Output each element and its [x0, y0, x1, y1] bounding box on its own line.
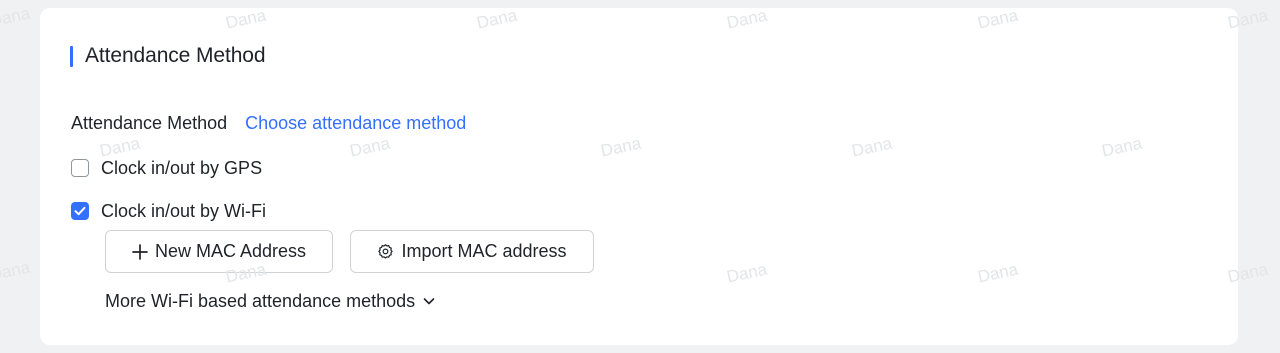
checkmark-icon	[74, 206, 86, 216]
more-wifi-methods-toggle[interactable]: More Wi-Fi based attendance methods	[105, 289, 436, 313]
import-mac-address-button[interactable]: Import MAC address	[350, 230, 594, 273]
section-title: Attendance Method	[85, 44, 266, 67]
gps-option-label: Clock in/out by GPS	[101, 157, 263, 178]
attendance-method-label: Attendance Method	[71, 112, 228, 133]
wifi-checkbox[interactable]	[71, 202, 89, 220]
watermark: Dana	[0, 3, 32, 31]
attendance-method-row: Attendance Method Choose attendance meth…	[71, 111, 466, 135]
section-accent-bar	[70, 45, 73, 67]
section-header: Attendance Method	[70, 43, 266, 69]
plus-icon	[132, 243, 148, 260]
import-mac-address-label: Import MAC address	[401, 241, 567, 261]
watermark: Dana	[0, 257, 32, 285]
new-mac-address-label: New MAC Address	[154, 241, 307, 261]
more-wifi-methods-label: More Wi-Fi based attendance methods	[105, 290, 416, 311]
gear-icon	[377, 243, 394, 260]
gps-option[interactable]: Clock in/out by GPS	[71, 156, 262, 180]
chevron-down-icon	[422, 294, 436, 308]
new-mac-address-button[interactable]: New MAC Address	[105, 230, 333, 273]
attendance-method-card: Attendance Method Attendance Method Choo…	[40, 8, 1238, 345]
wifi-option[interactable]: Clock in/out by Wi-Fi	[71, 199, 266, 223]
wifi-option-label: Clock in/out by Wi-Fi	[101, 200, 267, 221]
gps-checkbox[interactable]	[71, 159, 89, 177]
choose-attendance-method-link[interactable]: Choose attendance method	[245, 113, 466, 134]
